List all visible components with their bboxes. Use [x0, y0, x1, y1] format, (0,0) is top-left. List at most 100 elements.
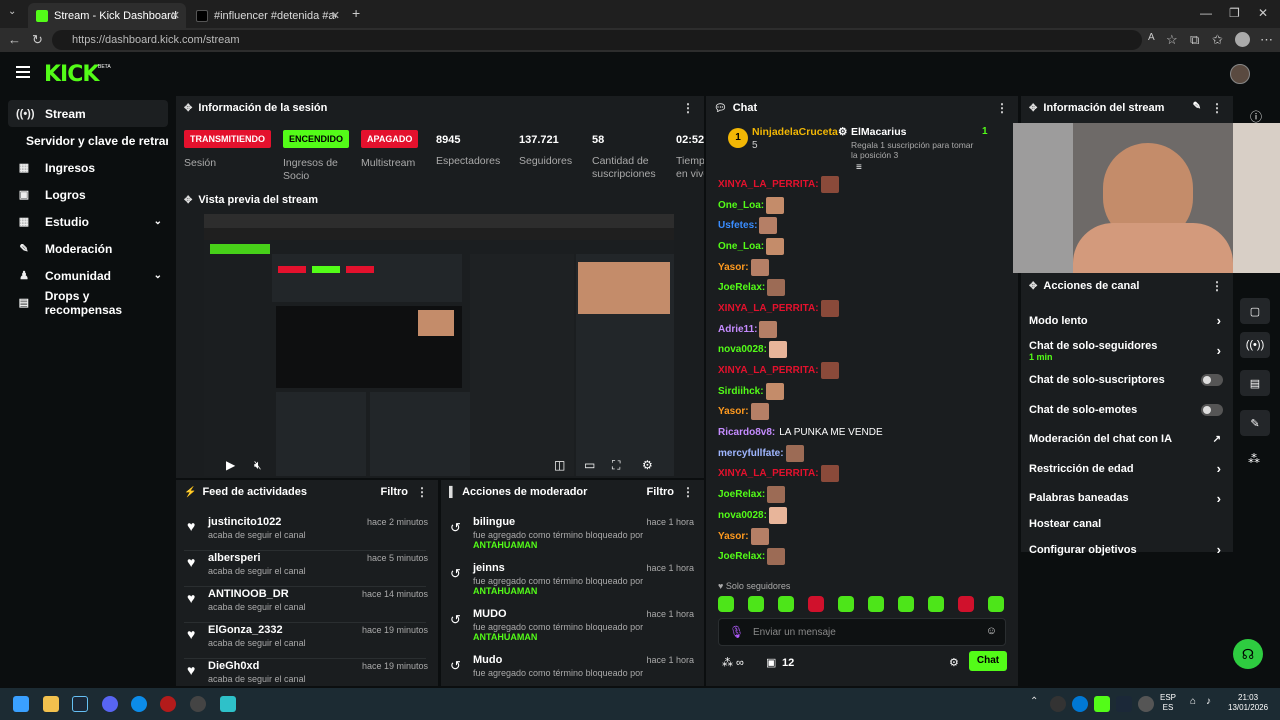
tray-chevron-icon[interactable]: ⌃ [1030, 696, 1038, 707]
tab-stream-dashboard[interactable]: Stream - Kick Dashboard ✕ [28, 3, 186, 28]
emote-shortcut-icon[interactable] [958, 596, 974, 612]
sidebar-item-server-key[interactable]: Servidor y clave de retransmisión [8, 127, 168, 154]
chat-message[interactable]: Yasor: [706, 257, 1018, 278]
chat-username[interactable]: XINYA_LA_PERRITA: [718, 365, 819, 376]
tray-app-icon[interactable] [1072, 696, 1088, 712]
gifter-name[interactable]: ElMacarius [851, 126, 906, 138]
discord-icon[interactable] [102, 696, 118, 712]
layout-icon[interactable]: ▤ [1240, 370, 1270, 396]
start-icon[interactable] [13, 696, 29, 712]
play-icon[interactable]: ▶ [226, 458, 235, 472]
edit-icon[interactable]: ✎ [1193, 101, 1201, 112]
chat-username[interactable]: nova0028: [718, 510, 767, 521]
clock[interactable]: 21:03 13/01/2026 [1228, 693, 1268, 713]
chat-message[interactable]: JoeRelax: [706, 484, 1018, 505]
close-tab-icon[interactable]: ✕ [171, 9, 180, 22]
undo-icon[interactable]: ↺ [450, 566, 461, 582]
network-icon[interactable]: ⌂ [1190, 696, 1196, 707]
undo-icon[interactable]: ↺ [450, 658, 461, 674]
tray-app-icon[interactable] [1094, 696, 1110, 712]
chat-message[interactable]: mercyfullfate: [706, 443, 1018, 464]
app-icon[interactable] [190, 696, 206, 712]
profile-icon[interactable] [1235, 32, 1250, 47]
extensions-icon[interactable]: ⧉ [1190, 32, 1199, 48]
chat-username[interactable]: Yasor: [718, 531, 749, 542]
emote-shortcut-icon[interactable] [718, 596, 734, 612]
chat-message[interactable]: nova0028: [706, 340, 1018, 361]
action-ai-moderation[interactable]: Moderación del chat con IA ↗ [1021, 425, 1233, 455]
volume-icon[interactable]: ♪ [1206, 696, 1211, 707]
chat-username[interactable]: JoeRelax: [718, 551, 765, 562]
theatre-icon[interactable]: ▭ [584, 458, 595, 472]
maximize-icon[interactable]: ❐ [1229, 6, 1240, 20]
filter-button[interactable]: Filtro [381, 486, 409, 498]
filter-button[interactable]: Filtro [647, 486, 675, 498]
undo-icon[interactable]: ↺ [450, 612, 461, 628]
chat-widget-icon[interactable]: ▢ [1240, 298, 1270, 324]
chat-username[interactable]: XINYA_LA_PERRITA: [718, 179, 819, 190]
chat-username[interactable]: Sirdiihck: [718, 386, 764, 397]
favorites-bar-icon[interactable]: ✩ [1212, 32, 1223, 48]
chat-message[interactable]: Yasor: [706, 526, 1018, 547]
obs-icon[interactable] [160, 696, 176, 712]
file-explorer-icon[interactable] [43, 696, 59, 712]
undo-icon[interactable]: ↺ [450, 520, 461, 536]
chat-username[interactable]: XINYA_LA_PERRITA: [718, 303, 819, 314]
chat-message[interactable]: XINYA_LA_PERRITA: [706, 298, 1018, 319]
chat-username[interactable]: Yasor: [718, 262, 749, 273]
feed-item[interactable]: ♥ ANTINOOB_DR acaba de seguir el canal hace… [176, 588, 438, 624]
chat-message[interactable]: Usfetes: [706, 215, 1018, 236]
more-options-icon[interactable]: ⋮ [682, 101, 694, 115]
mod-action-item[interactable]: ↺ jeinns fue agregado como término bloquea… [441, 562, 704, 608]
stream-preview-video[interactable]: ▶ 🔇︎ ◫ ▭ ⛶ ⚙ [204, 214, 674, 476]
chat-message[interactable]: Ricardo8v8: LA PUNKA ME VENDE [706, 422, 1018, 443]
clip-icon[interactable]: ◫ [554, 458, 565, 472]
sidebar-item-moderacion[interactable]: ✎ Moderación [8, 235, 168, 262]
chat-message[interactable]: One_Loa: [706, 236, 1018, 257]
tab-influencer[interactable]: #influencer #detenida #aeropuerto ✕ [188, 3, 346, 28]
chat-message[interactable]: XINYA_LA_PERRITA: [706, 174, 1018, 195]
feed-item[interactable]: ♥ justincito1022 acaba de seguir el canal h… [176, 516, 438, 552]
more-options-icon[interactable]: ⋮ [1211, 101, 1223, 115]
expand-icon[interactable]: ≡ [856, 162, 862, 173]
new-tab-icon[interactable]: + [352, 5, 360, 21]
chat-message[interactable]: XINYA_LA_PERRITA: [706, 360, 1018, 381]
sidebar-item-ingresos[interactable]: ▦ Ingresos [8, 154, 168, 181]
read-aloud-icon[interactable]: A [1148, 32, 1155, 43]
action-banned-words[interactable]: Palabras baneadas › [1021, 484, 1233, 514]
edge-icon[interactable] [131, 696, 147, 712]
send-chat-button[interactable]: Chat [969, 651, 1007, 671]
chat-username[interactable]: nova0028: [718, 344, 767, 355]
chat-username[interactable]: mercyfullfate: [718, 448, 784, 459]
chat-message[interactable]: Yasor: [706, 402, 1018, 423]
top-gifter-name[interactable]: NinjadelaCruceta [752, 126, 838, 138]
tools-icon[interactable]: ✎ [1240, 410, 1270, 436]
chat-message[interactable]: Sirdiihck: [706, 381, 1018, 402]
emotes-only-toggle[interactable] [1201, 403, 1223, 416]
chat-username[interactable]: JoeRelax: [718, 282, 765, 293]
user-avatar[interactable] [1230, 64, 1250, 84]
community-icon[interactable]: ⁂ [1248, 452, 1260, 466]
chat-username[interactable]: Usfetes: [718, 220, 757, 231]
support-headset-icon[interactable]: ☊ [1233, 639, 1263, 669]
chat-username[interactable]: Yasor: [718, 406, 749, 417]
subs-only-toggle[interactable] [1201, 374, 1223, 387]
feed-item[interactable]: ♥ ElGonza_2332 acaba de seguir el canal hac… [176, 624, 438, 660]
chat-username[interactable]: JoeRelax: [718, 489, 765, 500]
emote-shortcut-icon[interactable] [868, 596, 884, 612]
emote-shortcut-icon[interactable] [928, 596, 944, 612]
gift-icon[interactable]: ▣ [766, 656, 776, 669]
steam-icon[interactable] [72, 696, 88, 712]
chat-message[interactable]: JoeRelax: [706, 277, 1018, 298]
action-age-restriction[interactable]: Restricción de edad › [1021, 454, 1233, 484]
action-followers-only[interactable]: Chat de solo-seguidores 1 min › [1021, 336, 1233, 366]
url-input[interactable]: https://dashboard.kick.com/stream [52, 30, 1142, 50]
chat-message[interactable]: Adrie11: [706, 319, 1018, 340]
sidebar-item-drops[interactable]: ▤ Drops y recompensas [8, 289, 168, 317]
action-subs-only[interactable]: Chat de solo-suscriptores [1021, 366, 1233, 396]
info-icon[interactable]: ⓘ [1250, 108, 1262, 125]
emoji-icon[interactable]: ☺ [986, 625, 997, 637]
notepad-icon[interactable] [220, 696, 236, 712]
emote-shortcut-icon[interactable] [748, 596, 764, 612]
close-window-icon[interactable]: ✕ [1258, 6, 1268, 20]
